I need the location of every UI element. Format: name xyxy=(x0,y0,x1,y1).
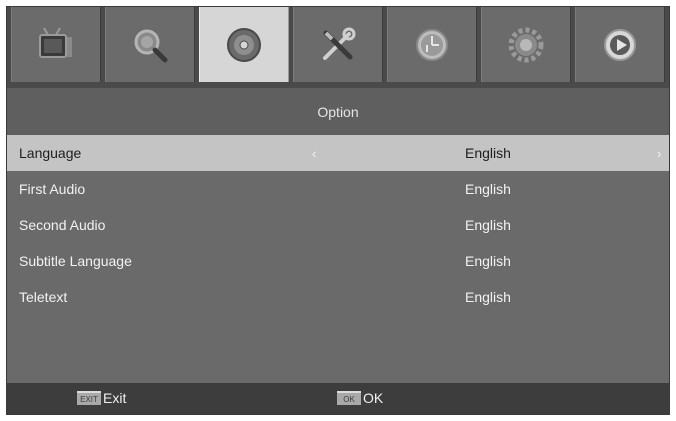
page-title: Option xyxy=(7,88,669,135)
main-menu-icon-bar xyxy=(7,7,669,88)
option-row-teletext[interactable]: Teletext English xyxy=(7,279,669,315)
page-title-text: Option xyxy=(317,103,359,120)
tab-time[interactable] xyxy=(387,7,477,82)
ok-label: OK xyxy=(363,390,384,406)
option-label: Language xyxy=(19,145,82,161)
option-list: Language ‹ English › First Audio English… xyxy=(7,135,669,315)
option-value: English xyxy=(465,181,511,197)
gear-icon xyxy=(508,27,544,62)
chevron-left-icon[interactable]: ‹ xyxy=(312,146,316,161)
option-row-second-audio[interactable]: Second Audio English xyxy=(7,207,669,243)
ok-key-icon: OK xyxy=(337,391,361,405)
exit-label: Exit xyxy=(103,390,127,406)
exit-hint[interactable]: EXIT Exit xyxy=(77,390,126,406)
option-value: English xyxy=(465,145,511,161)
search-icon xyxy=(134,29,168,62)
option-menu-screen: Option Language ‹ English › First Audio … xyxy=(6,6,670,415)
tab-option[interactable] xyxy=(199,7,289,82)
help-bar: EXIT Exit OK OK xyxy=(7,383,669,414)
tab-tv[interactable] xyxy=(11,7,101,82)
option-row-first-audio[interactable]: First Audio English xyxy=(7,171,669,207)
option-row-subtitle-language[interactable]: Subtitle Language English xyxy=(7,243,669,279)
disc-icon xyxy=(227,27,261,62)
tab-search[interactable] xyxy=(105,7,195,82)
option-value: English xyxy=(465,253,511,269)
tools-icon xyxy=(323,27,356,60)
option-label: First Audio xyxy=(19,181,86,197)
tv-icon xyxy=(39,27,72,58)
tab-settings[interactable] xyxy=(481,7,571,82)
exit-key-icon: EXIT xyxy=(77,391,101,405)
tab-media[interactable] xyxy=(575,7,665,82)
clock-icon xyxy=(416,28,448,61)
play-icon xyxy=(604,28,636,61)
option-value: English xyxy=(465,217,511,233)
ok-hint[interactable]: OK OK xyxy=(337,390,383,406)
option-label: Second Audio xyxy=(19,217,106,233)
option-row-language[interactable]: Language ‹ English › xyxy=(7,135,669,171)
tab-tools[interactable] xyxy=(293,7,383,82)
option-label: Subtitle Language xyxy=(19,253,132,269)
option-label: Teletext xyxy=(19,289,68,305)
option-value: English xyxy=(465,289,511,305)
chevron-right-icon[interactable]: › xyxy=(657,146,661,161)
